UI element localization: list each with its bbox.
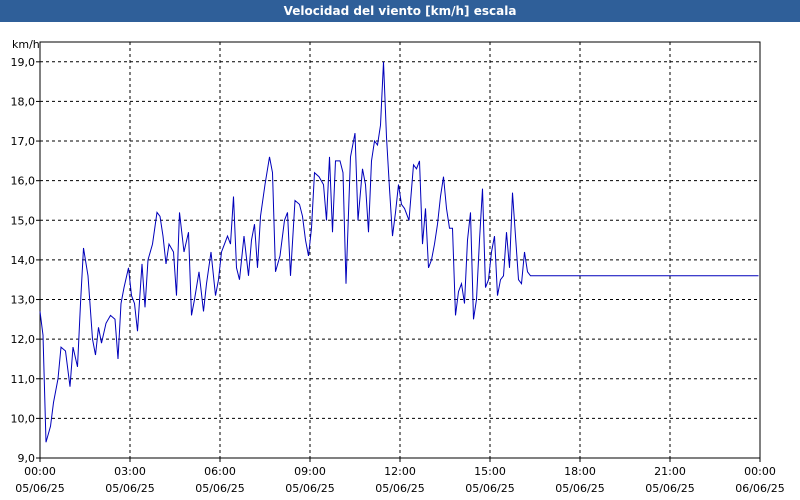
x-tick-date-label: 05/06/25 bbox=[555, 482, 604, 495]
y-tick-label: 14,0 bbox=[11, 254, 36, 267]
y-tick-label: 17,0 bbox=[11, 135, 36, 148]
x-tick-date-label: 06/06/25 bbox=[735, 482, 784, 495]
x-tick-time-label: 15:00 bbox=[474, 465, 506, 478]
x-tick-time-label: 18:00 bbox=[564, 465, 596, 478]
y-tick-label: 10,0 bbox=[11, 412, 36, 425]
y-axis: 9,0 10,0 11,0 12,0 13,0 14,0 15,0 16,0 17,0 18,0 1… bbox=[11, 56, 40, 465]
y-tick-label: 9,0 bbox=[18, 452, 36, 465]
y-tick-label: 11,0 bbox=[11, 373, 36, 386]
x-tick-time-label: 00:00 bbox=[744, 465, 776, 478]
y-tick-label: 15,0 bbox=[11, 214, 36, 227]
y-axis-unit-label: km/h bbox=[12, 38, 40, 51]
y-tick-label: 16,0 bbox=[11, 175, 36, 188]
x-tick-date-label: 05/06/25 bbox=[105, 482, 154, 495]
x-tick-date-label: 05/06/25 bbox=[465, 482, 514, 495]
x-tick-time-label: 12:00 bbox=[384, 465, 416, 478]
y-tick-label: 18,0 bbox=[11, 95, 36, 108]
x-tick-date-label: 05/06/25 bbox=[15, 482, 64, 495]
chart-svg: 9,0 10,0 11,0 12,0 13,0 14,0 15,0 16,0 17,0 18,0 1… bbox=[11, 38, 785, 495]
y-tick-label: 19,0 bbox=[11, 56, 36, 69]
x-tick-date-label: 05/06/25 bbox=[375, 482, 424, 495]
y-tick-label: 12,0 bbox=[11, 333, 36, 346]
x-axis: 00:00 05/06/25 03:00 05/06/25 06:00 05/06/25 0… bbox=[15, 458, 785, 495]
x-tick-time-label: 06:00 bbox=[204, 465, 236, 478]
x-tick-time-label: 00:00 bbox=[24, 465, 56, 478]
x-tick-date-label: 05/06/25 bbox=[195, 482, 244, 495]
y-tick-label: 13,0 bbox=[11, 294, 36, 307]
x-tick-time-label: 03:00 bbox=[114, 465, 146, 478]
x-tick-time-label: 09:00 bbox=[294, 465, 326, 478]
x-tick-date-label: 05/06/25 bbox=[645, 482, 694, 495]
x-tick-time-label: 21:00 bbox=[654, 465, 686, 478]
chart-title: Velocidad del viento [km/h] escala bbox=[0, 0, 800, 22]
x-tick-date-label: 05/06/25 bbox=[285, 482, 334, 495]
